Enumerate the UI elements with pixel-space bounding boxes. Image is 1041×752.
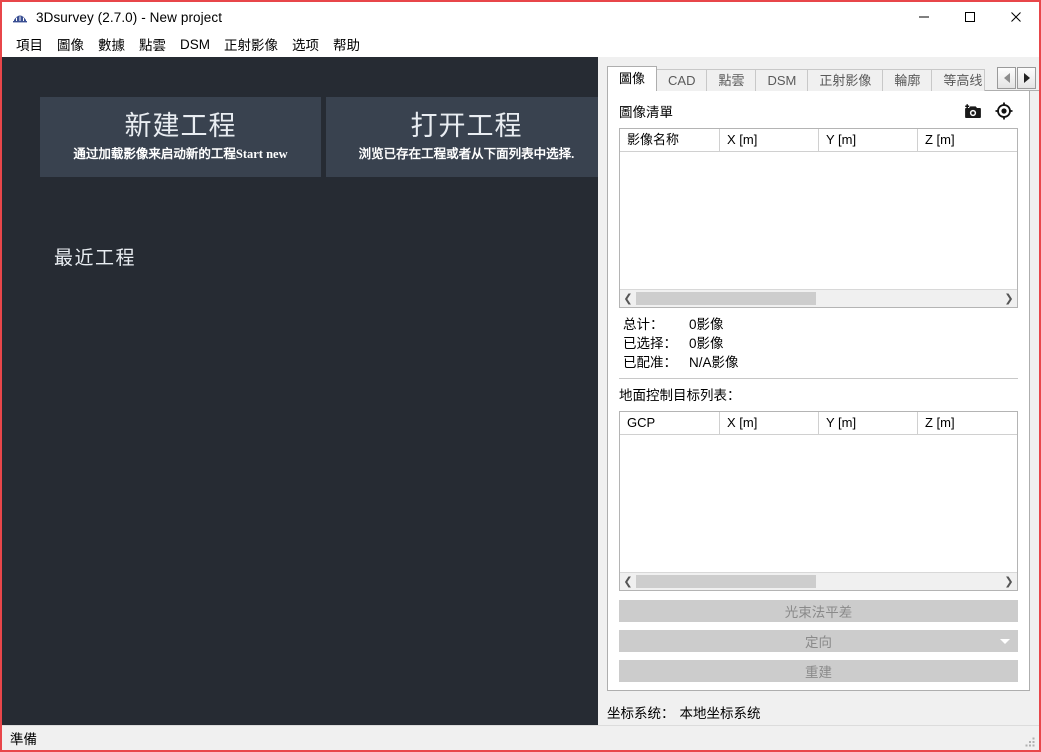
open-project-card[interactable]: 打开工程 浏览已存在工程或者从下面列表中选择. [326,97,598,177]
image-col-y[interactable]: Y [m] [819,129,918,151]
coordinate-system-label: 坐标系统： [607,702,675,722]
gcp-col-z[interactable]: Z [m] [918,412,1017,434]
gcp-table-body[interactable] [620,435,1017,572]
stat-selected: 已选择： 0影像 [623,334,1018,353]
status-text: 準備 [10,728,37,748]
chevron-right-icon[interactable] [1017,67,1036,89]
gcp-col-y[interactable]: Y [m] [819,412,918,434]
maximize-button[interactable] [947,2,993,32]
tab-scrollers [996,67,1036,89]
image-table-body[interactable] [620,152,1017,289]
image-table-header-row: 影像名称 X [m] Y [m] Z [m] [620,129,1017,152]
right-panel: 圖像 CAD 點雲 DSM 正射影像 輪廓 等高线 圖像清單 [598,57,1039,725]
new-project-title: 新建工程 [125,112,237,140]
new-project-card[interactable]: 新建工程 通过加载影像来启动新的工程Start new [40,97,321,177]
tab-contour-lines[interactable]: 等高线 [931,69,985,91]
bridge-arch-icon [12,9,28,25]
stat-aligned: 已配准： N/A影像 [623,353,1018,372]
image-list-header: 圖像清單 [619,101,1018,121]
coordinate-system-row: 坐标系统： 本地坐标系统 [598,691,1039,725]
window-controls [901,2,1039,32]
title-bar: 3Dsurvey (2.7.0) - New project [2,2,1039,32]
stat-selected-value: 0影像 [689,334,724,353]
minimize-button[interactable] [901,2,947,32]
image-scroll-track[interactable] [636,290,1001,307]
menu-item-help[interactable]: 帮助 [326,31,367,57]
menu-item-orthophoto[interactable]: 正射影像 [217,31,285,57]
image-scroll-thumb[interactable] [636,292,816,305]
title-bar-left: 3Dsurvey (2.7.0) - New project [2,9,222,25]
image-table-hscrollbar[interactable]: ❮ ❯ [620,289,1017,307]
gcp-scroll-thumb[interactable] [636,575,816,588]
stat-aligned-value: N/A影像 [689,353,739,372]
tab-contour[interactable]: 輪廓 [882,69,932,91]
image-list-tools [962,101,1018,121]
coordinate-system-value: 本地坐标系统 [680,702,761,722]
image-col-x[interactable]: X [m] [720,129,819,151]
menu-item-data[interactable]: 數據 [91,31,132,57]
menu-item-project[interactable]: 項目 [9,31,50,57]
gcp-table-hscrollbar[interactable]: ❮ ❯ [620,572,1017,590]
image-col-z[interactable]: Z [m] [918,129,1017,151]
recent-projects-label: 最近工程 [54,243,136,270]
gcp-col-x[interactable]: X [m] [720,412,819,434]
add-camera-icon[interactable] [962,101,982,121]
gcp-list-table[interactable]: GCP X [m] Y [m] Z [m] ❮ ❯ [619,411,1018,591]
image-statistics: 总计： 0影像 已选择： 0影像 已配准： N/A影像 [623,315,1018,372]
tab-dsm[interactable]: DSM [755,69,808,91]
open-project-title: 打开工程 [411,112,523,140]
target-crosshair-icon[interactable] [994,101,1014,121]
stat-total-label: 总计： [623,315,689,334]
scroll-left-icon[interactable]: ❮ [620,290,636,307]
menu-bar: 項目 圖像 數據 點雲 DSM 正射影像 选项 帮助 [2,32,1039,57]
stat-aligned-label: 已配准： [623,353,689,372]
menu-item-options[interactable]: 选项 [285,31,326,57]
application-window: 3Dsurvey (2.7.0) - New project 項目 圖像 數據 … [0,0,1041,752]
chevron-down-icon[interactable] [1000,639,1010,644]
window-title: 3Dsurvey (2.7.0) - New project [36,10,222,25]
orientation-button[interactable]: 定向 [619,630,1018,652]
body-area: 新建工程 通过加载影像来启动新的工程Start new 打开工程 浏览已存在工程… [2,57,1039,725]
start-cards: 新建工程 通过加载影像来启动新的工程Start new 打开工程 浏览已存在工程… [40,97,598,177]
gcp-table-header-row: GCP X [m] Y [m] Z [m] [620,412,1017,435]
stat-selected-label: 已选择： [623,334,689,353]
gcp-scroll-track[interactable] [636,573,1001,590]
viewport-3d[interactable]: 新建工程 通过加载影像来启动新的工程Start new 打开工程 浏览已存在工程… [2,57,598,725]
scroll-right-icon[interactable]: ❯ [1001,290,1017,307]
processing-buttons: 光束法平差 定向 重建 [619,600,1018,682]
open-project-subtitle: 浏览已存在工程或者从下面列表中选择. [359,143,575,162]
image-col-name[interactable]: 影像名称 [620,129,720,151]
tab-cad[interactable]: CAD [656,69,707,91]
gcp-col-name[interactable]: GCP [620,412,720,434]
image-list-title: 圖像清單 [619,101,673,121]
orientation-button-label: 定向 [805,631,832,651]
new-project-subtitle: 通过加载影像来启动新的工程Start new [73,143,287,162]
reconstruct-button[interactable]: 重建 [619,660,1018,682]
tab-orthophoto[interactable]: 正射影像 [807,69,883,91]
menu-item-dsm[interactable]: DSM [173,34,217,55]
status-bar: 準備 [2,725,1039,750]
tab-pointcloud[interactable]: 點雲 [706,69,756,91]
gcp-scroll-left-icon[interactable]: ❮ [620,573,636,590]
tab-images[interactable]: 圖像 [607,66,657,91]
gcp-list-title: 地面控制目标列表： [619,384,1018,404]
menu-item-image[interactable]: 圖像 [50,31,91,57]
stat-total: 总计： 0影像 [623,315,1018,334]
stat-total-value: 0影像 [689,315,724,334]
images-tab-panel: 圖像清單 [607,91,1030,691]
menu-item-pointcloud[interactable]: 點雲 [132,31,173,57]
panel-divider [619,378,1018,379]
chevron-left-icon[interactable] [997,67,1016,89]
resize-grip-icon[interactable] [1024,736,1036,748]
image-list-table[interactable]: 影像名称 X [m] Y [m] Z [m] ❮ ❯ [619,128,1018,308]
gcp-scroll-right-icon[interactable]: ❯ [1001,573,1017,590]
bundle-adjustment-button[interactable]: 光束法平差 [619,600,1018,622]
close-button[interactable] [993,2,1039,32]
panel-tabstrip: 圖像 CAD 點雲 DSM 正射影像 輪廓 等高线 [607,64,1039,91]
